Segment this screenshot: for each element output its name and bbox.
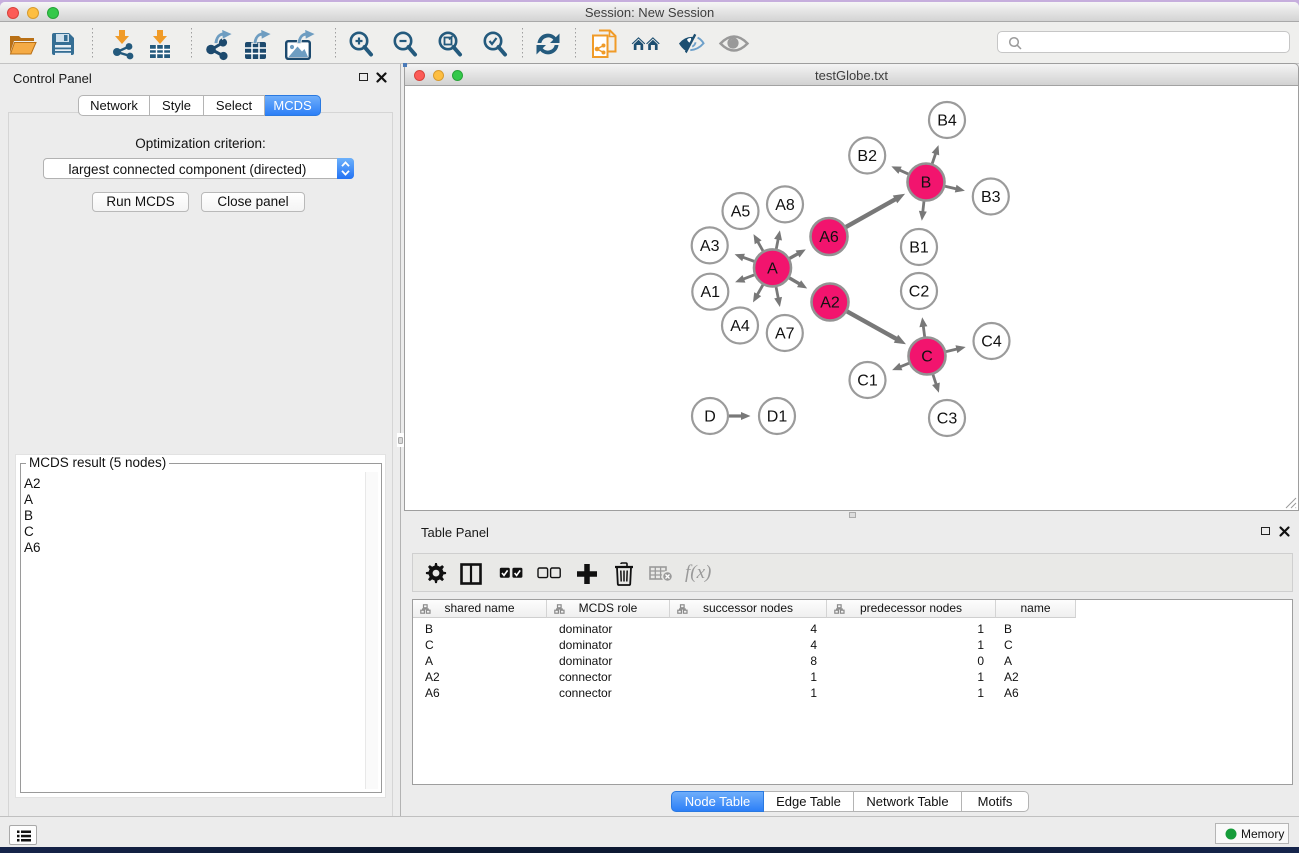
svg-text:B: B	[921, 175, 932, 192]
svg-text:B3: B3	[981, 189, 1001, 206]
svg-text:C4: C4	[981, 334, 1002, 351]
svg-text:C: C	[921, 349, 933, 366]
svg-text:D1: D1	[767, 409, 788, 426]
svg-text:A: A	[767, 260, 778, 277]
svg-text:B4: B4	[937, 113, 957, 130]
svg-text:A1: A1	[701, 284, 721, 301]
svg-text:A2: A2	[820, 295, 840, 312]
svg-text:B2: B2	[857, 148, 877, 165]
svg-text:A7: A7	[775, 326, 795, 343]
svg-text:C2: C2	[909, 284, 930, 301]
svg-text:A8: A8	[775, 197, 795, 214]
svg-text:D: D	[704, 409, 716, 426]
svg-text:A3: A3	[700, 238, 720, 255]
svg-text:A6: A6	[819, 229, 839, 246]
svg-text:C1: C1	[857, 373, 878, 390]
svg-text:A4: A4	[730, 318, 750, 335]
svg-text:A5: A5	[731, 204, 751, 221]
svg-text:B1: B1	[909, 240, 929, 257]
svg-text:C3: C3	[937, 411, 958, 428]
